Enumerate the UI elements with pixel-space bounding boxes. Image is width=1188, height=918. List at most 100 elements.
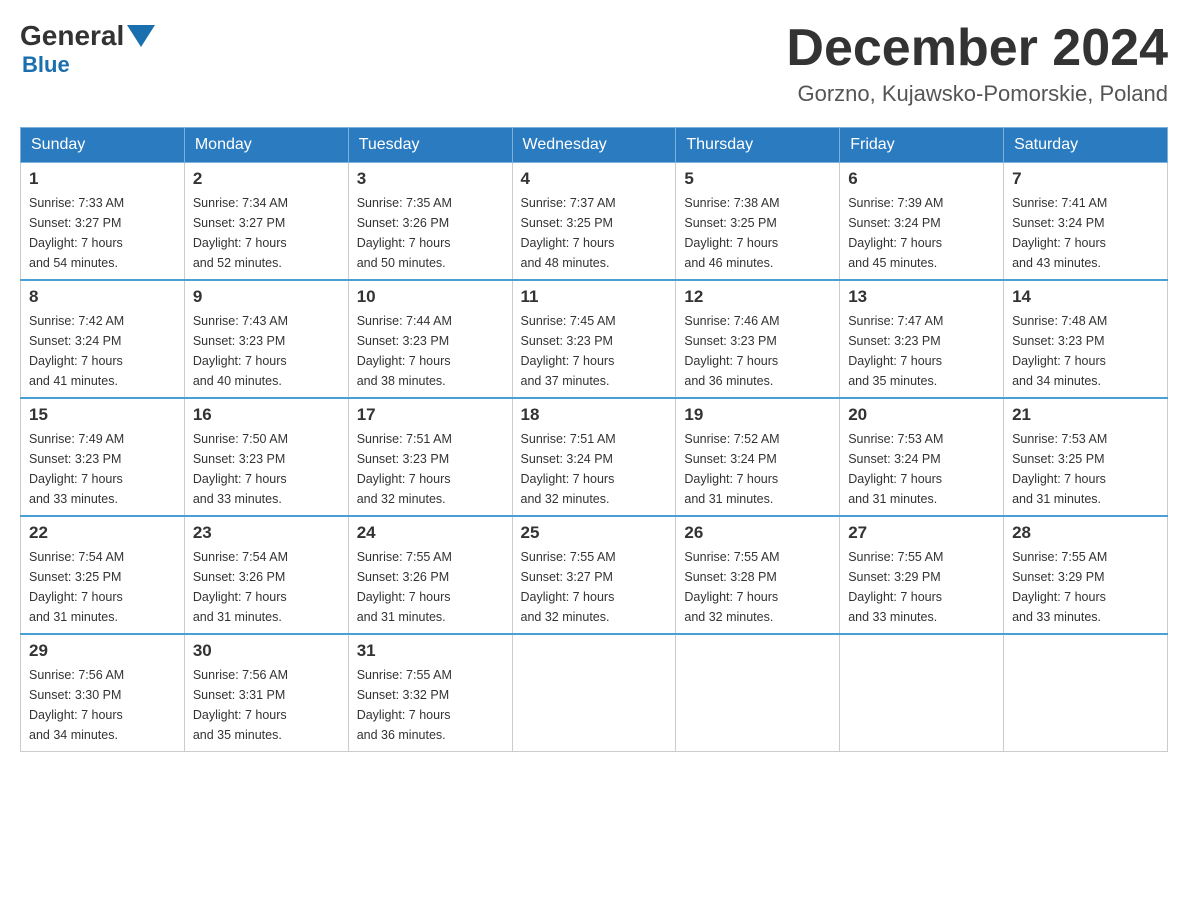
day-info: Sunrise: 7:56 AMSunset: 3:31 PMDaylight:… bbox=[193, 665, 340, 745]
day-info: Sunrise: 7:55 AMSunset: 3:29 PMDaylight:… bbox=[1012, 547, 1159, 627]
day-info: Sunrise: 7:46 AMSunset: 3:23 PMDaylight:… bbox=[684, 311, 831, 391]
day-number: 20 bbox=[848, 405, 995, 425]
calendar-cell: 4 Sunrise: 7:37 AMSunset: 3:25 PMDaylight… bbox=[512, 163, 676, 281]
day-number: 10 bbox=[357, 287, 504, 307]
day-info: Sunrise: 7:56 AMSunset: 3:30 PMDaylight:… bbox=[29, 665, 176, 745]
day-info: Sunrise: 7:54 AMSunset: 3:25 PMDaylight:… bbox=[29, 547, 176, 627]
day-number: 23 bbox=[193, 523, 340, 543]
day-info: Sunrise: 7:55 AMSunset: 3:26 PMDaylight:… bbox=[357, 547, 504, 627]
day-info: Sunrise: 7:45 AMSunset: 3:23 PMDaylight:… bbox=[521, 311, 668, 391]
day-number: 19 bbox=[684, 405, 831, 425]
day-number: 15 bbox=[29, 405, 176, 425]
calendar-cell: 22 Sunrise: 7:54 AMSunset: 3:25 PMDayligh… bbox=[21, 516, 185, 634]
day-number: 29 bbox=[29, 641, 176, 661]
calendar-cell: 9Sunrise: 7:43 AMSunset: 3:23 PMDaylight… bbox=[184, 280, 348, 398]
logo-arrow-icon bbox=[127, 25, 155, 47]
day-number: 16 bbox=[193, 405, 340, 425]
weekday-header-tuesday: Tuesday bbox=[348, 128, 512, 163]
calendar-cell: 1 Sunrise: 7:33 AMSunset: 3:27 PMDaylight… bbox=[21, 163, 185, 281]
calendar-cell: 24 Sunrise: 7:55 AMSunset: 3:26 PMDayligh… bbox=[348, 516, 512, 634]
day-info: Sunrise: 7:55 AMSunset: 3:28 PMDaylight:… bbox=[684, 547, 831, 627]
weekday-header-saturday: Saturday bbox=[1004, 128, 1168, 163]
calendar-cell: 7 Sunrise: 7:41 AMSunset: 3:24 PMDaylight… bbox=[1004, 163, 1168, 281]
logo-text-blue: Blue bbox=[22, 52, 70, 77]
calendar-cell: 31 Sunrise: 7:55 AMSunset: 3:32 PMDayligh… bbox=[348, 634, 512, 752]
day-number: 11 bbox=[521, 287, 668, 307]
calendar-cell: 26 Sunrise: 7:55 AMSunset: 3:28 PMDayligh… bbox=[676, 516, 840, 634]
calendar-cell: 6Sunrise: 7:39 AMSunset: 3:24 PMDaylight… bbox=[840, 163, 1004, 281]
weekday-header-wednesday: Wednesday bbox=[512, 128, 676, 163]
weekday-header-sunday: Sunday bbox=[21, 128, 185, 163]
calendar-cell: 25 Sunrise: 7:55 AMSunset: 3:27 PMDayligh… bbox=[512, 516, 676, 634]
day-number: 4 bbox=[521, 169, 668, 189]
day-info: Sunrise: 7:55 AMSunset: 3:27 PMDaylight:… bbox=[521, 547, 668, 627]
day-info: Sunrise: 7:54 AMSunset: 3:26 PMDaylight:… bbox=[193, 547, 340, 627]
location-subtitle: Gorzno, Kujawsko-Pomorskie, Poland bbox=[786, 81, 1168, 107]
calendar-cell: 20 Sunrise: 7:53 AMSunset: 3:24 PMDayligh… bbox=[840, 398, 1004, 516]
day-info: Sunrise: 7:48 AMSunset: 3:23 PMDaylight:… bbox=[1012, 311, 1159, 391]
day-number: 28 bbox=[1012, 523, 1159, 543]
calendar-cell bbox=[840, 634, 1004, 752]
calendar-cell: 13Sunrise: 7:47 AMSunset: 3:23 PMDayligh… bbox=[840, 280, 1004, 398]
calendar-cell: 27Sunrise: 7:55 AMSunset: 3:29 PMDayligh… bbox=[840, 516, 1004, 634]
calendar-cell: 11 Sunrise: 7:45 AMSunset: 3:23 PMDayligh… bbox=[512, 280, 676, 398]
day-number: 26 bbox=[684, 523, 831, 543]
day-number: 5 bbox=[684, 169, 831, 189]
day-number: 12 bbox=[684, 287, 831, 307]
calendar-table: SundayMondayTuesdayWednesdayThursdayFrid… bbox=[20, 127, 1168, 752]
calendar-header-row: SundayMondayTuesdayWednesdayThursdayFrid… bbox=[21, 128, 1168, 163]
logo: General Blue bbox=[20, 20, 155, 78]
logo-text-black: General bbox=[20, 20, 124, 52]
day-number: 8 bbox=[29, 287, 176, 307]
calendar-week-row: 15 Sunrise: 7:49 AMSunset: 3:23 PMDayligh… bbox=[21, 398, 1168, 516]
calendar-cell bbox=[512, 634, 676, 752]
calendar-cell: 28 Sunrise: 7:55 AMSunset: 3:29 PMDayligh… bbox=[1004, 516, 1168, 634]
day-number: 21 bbox=[1012, 405, 1159, 425]
day-info: Sunrise: 7:53 AMSunset: 3:24 PMDaylight:… bbox=[848, 429, 995, 509]
day-info: Sunrise: 7:42 AMSunset: 3:24 PMDaylight:… bbox=[29, 311, 176, 391]
day-number: 30 bbox=[193, 641, 340, 661]
day-info: Sunrise: 7:38 AMSunset: 3:25 PMDaylight:… bbox=[684, 193, 831, 273]
calendar-cell: 14 Sunrise: 7:48 AMSunset: 3:23 PMDayligh… bbox=[1004, 280, 1168, 398]
day-info: Sunrise: 7:35 AMSunset: 3:26 PMDaylight:… bbox=[357, 193, 504, 273]
day-info: Sunrise: 7:34 AMSunset: 3:27 PMDaylight:… bbox=[193, 193, 340, 273]
day-number: 9 bbox=[193, 287, 340, 307]
day-info: Sunrise: 7:55 AMSunset: 3:32 PMDaylight:… bbox=[357, 665, 504, 745]
day-info: Sunrise: 7:49 AMSunset: 3:23 PMDaylight:… bbox=[29, 429, 176, 509]
month-year-title: December 2024 bbox=[786, 20, 1168, 77]
calendar-week-row: 1 Sunrise: 7:33 AMSunset: 3:27 PMDaylight… bbox=[21, 163, 1168, 281]
day-info: Sunrise: 7:41 AMSunset: 3:24 PMDaylight:… bbox=[1012, 193, 1159, 273]
calendar-cell: 21Sunrise: 7:53 AMSunset: 3:25 PMDayligh… bbox=[1004, 398, 1168, 516]
day-number: 7 bbox=[1012, 169, 1159, 189]
calendar-cell: 30 Sunrise: 7:56 AMSunset: 3:31 PMDayligh… bbox=[184, 634, 348, 752]
day-info: Sunrise: 7:51 AMSunset: 3:23 PMDaylight:… bbox=[357, 429, 504, 509]
day-number: 3 bbox=[357, 169, 504, 189]
weekday-header-friday: Friday bbox=[840, 128, 1004, 163]
day-info: Sunrise: 7:33 AMSunset: 3:27 PMDaylight:… bbox=[29, 193, 176, 273]
calendar-cell: 3 Sunrise: 7:35 AMSunset: 3:26 PMDaylight… bbox=[348, 163, 512, 281]
day-number: 31 bbox=[357, 641, 504, 661]
weekday-header-monday: Monday bbox=[184, 128, 348, 163]
calendar-cell: 8 Sunrise: 7:42 AMSunset: 3:24 PMDaylight… bbox=[21, 280, 185, 398]
day-number: 22 bbox=[29, 523, 176, 543]
calendar-week-row: 29 Sunrise: 7:56 AMSunset: 3:30 PMDayligh… bbox=[21, 634, 1168, 752]
day-number: 25 bbox=[521, 523, 668, 543]
calendar-cell: 12 Sunrise: 7:46 AMSunset: 3:23 PMDayligh… bbox=[676, 280, 840, 398]
day-number: 13 bbox=[848, 287, 995, 307]
day-number: 18 bbox=[521, 405, 668, 425]
day-info: Sunrise: 7:37 AMSunset: 3:25 PMDaylight:… bbox=[521, 193, 668, 273]
day-number: 27 bbox=[848, 523, 995, 543]
title-section: December 2024 Gorzno, Kujawsko-Pomorskie… bbox=[786, 20, 1168, 107]
calendar-cell bbox=[1004, 634, 1168, 752]
day-number: 14 bbox=[1012, 287, 1159, 307]
calendar-cell: 19Sunrise: 7:52 AMSunset: 3:24 PMDayligh… bbox=[676, 398, 840, 516]
day-number: 1 bbox=[29, 169, 176, 189]
calendar-cell: 2 Sunrise: 7:34 AMSunset: 3:27 PMDaylight… bbox=[184, 163, 348, 281]
day-number: 2 bbox=[193, 169, 340, 189]
day-info: Sunrise: 7:44 AMSunset: 3:23 PMDaylight:… bbox=[357, 311, 504, 391]
calendar-cell: 16Sunrise: 7:50 AMSunset: 3:23 PMDayligh… bbox=[184, 398, 348, 516]
calendar-week-row: 22 Sunrise: 7:54 AMSunset: 3:25 PMDayligh… bbox=[21, 516, 1168, 634]
calendar-cell: 23 Sunrise: 7:54 AMSunset: 3:26 PMDayligh… bbox=[184, 516, 348, 634]
day-number: 24 bbox=[357, 523, 504, 543]
day-number: 6 bbox=[848, 169, 995, 189]
